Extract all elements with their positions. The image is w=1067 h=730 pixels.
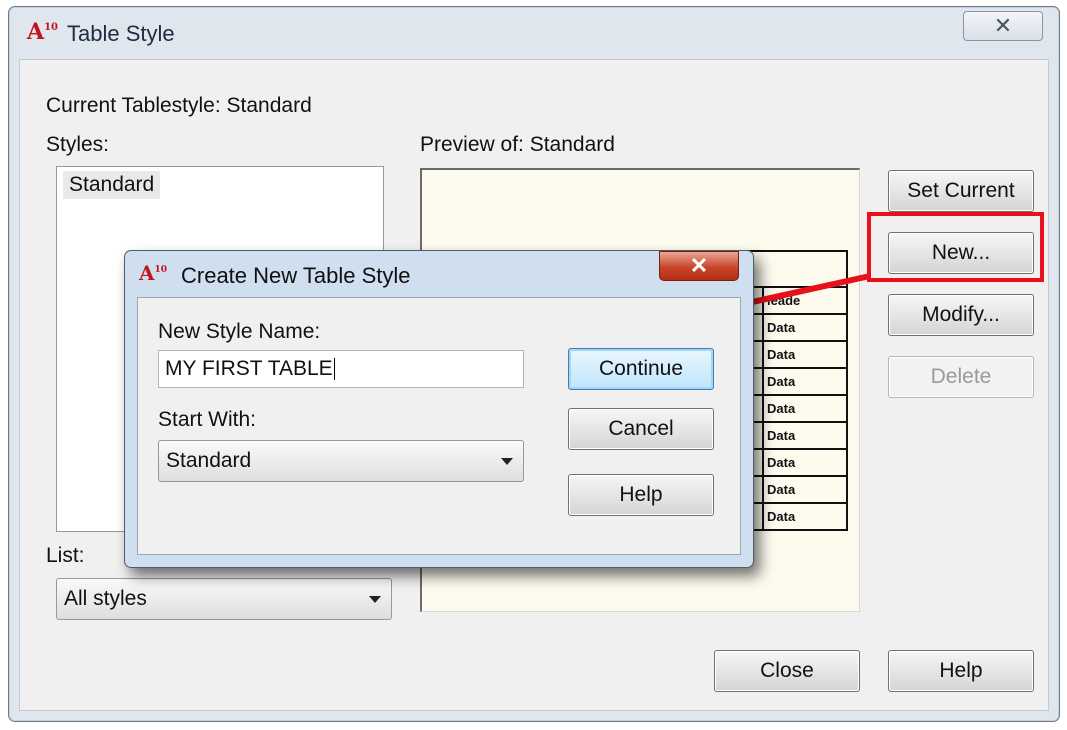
cancel-button[interactable]: Cancel: [568, 408, 714, 450]
dialog-close-button[interactable]: ✕: [659, 251, 739, 281]
chevron-down-icon: [501, 458, 513, 465]
new-style-name-input[interactable]: MY FIRST TABLE: [158, 350, 524, 388]
dialog-client-area: New Style Name: MY FIRST TABLE Start Wit…: [137, 297, 741, 555]
autocad-logo-icon: A10: [139, 261, 168, 285]
dialog-title: Create New Table Style: [181, 263, 411, 288]
start-with-value: Standard: [166, 449, 252, 472]
dialog-help-button[interactable]: Help: [568, 474, 714, 516]
new-style-name-label: New Style Name:: [158, 320, 321, 343]
start-with-dropdown[interactable]: Standard: [158, 440, 524, 482]
text-caret: [333, 358, 335, 381]
start-with-label: Start With:: [158, 408, 257, 431]
create-new-table-style-dialog: A10 Create New Table Style ✕ New Style N…: [124, 250, 754, 568]
continue-button[interactable]: Continue: [568, 348, 714, 390]
new-style-name-value: MY FIRST TABLE: [165, 357, 333, 380]
